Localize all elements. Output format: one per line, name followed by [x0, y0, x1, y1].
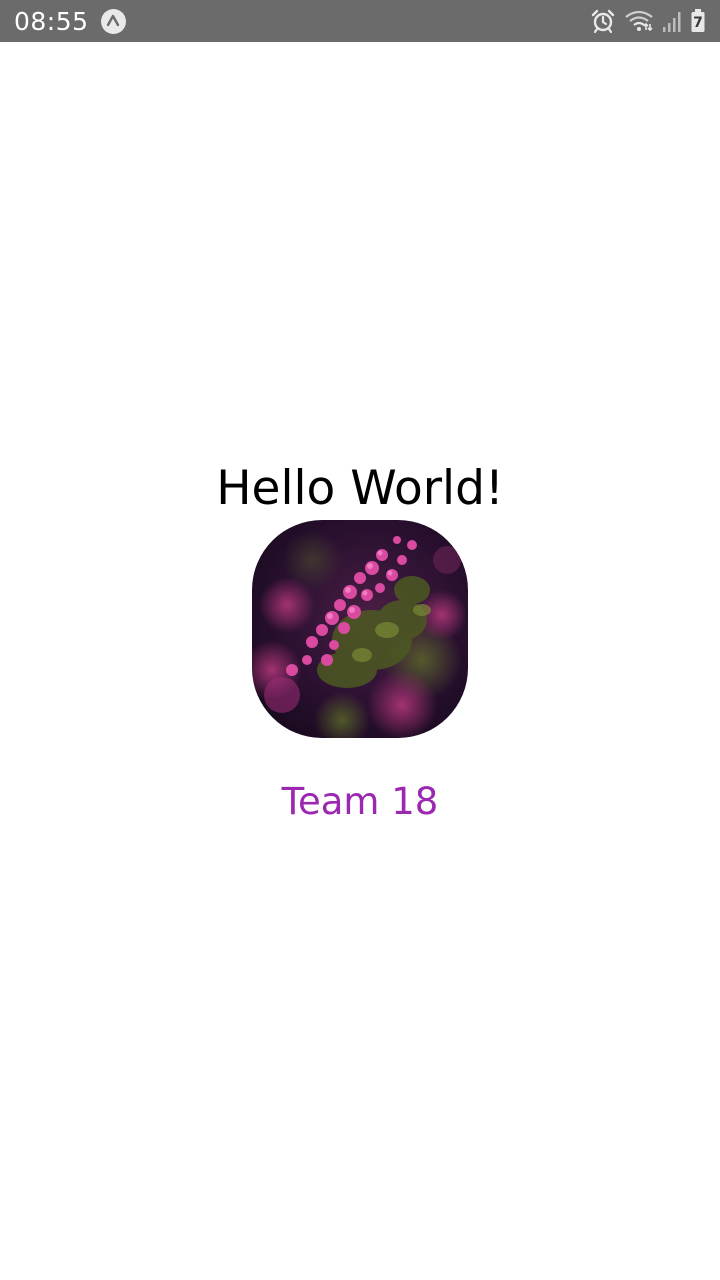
- battery-icon: 7: [690, 8, 706, 34]
- status-bar: 08:55 7: [0, 0, 720, 42]
- alarm-icon: [590, 8, 616, 34]
- status-icons: 7: [590, 8, 706, 34]
- flower-image: [252, 520, 468, 738]
- signal-icon: [662, 9, 682, 33]
- main-content: Hello World! Team 18: [0, 42, 720, 1280]
- expo-caret-icon: [100, 8, 126, 34]
- status-time: 08:55: [14, 6, 89, 36]
- team-label: Team 18: [281, 780, 439, 823]
- hello-title: Hello World!: [216, 461, 504, 516]
- wifi-icon: [624, 8, 654, 34]
- battery-level: 7: [693, 15, 703, 31]
